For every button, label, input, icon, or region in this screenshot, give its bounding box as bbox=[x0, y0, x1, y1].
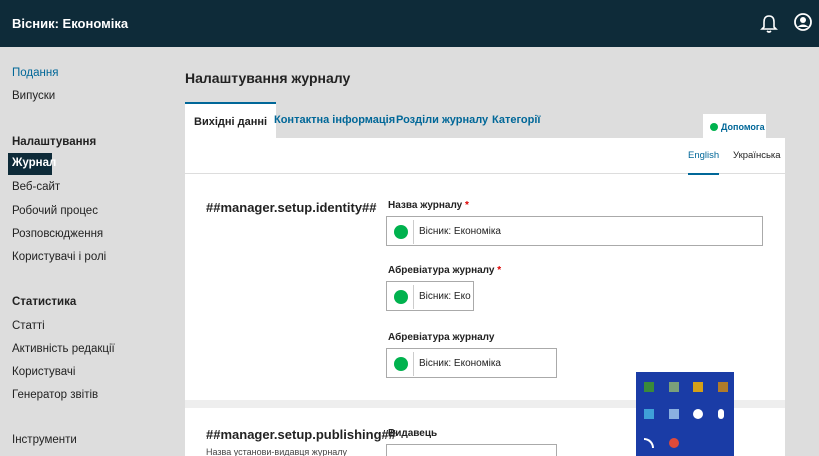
sidebar-heading-statistics[interactable]: Статистика bbox=[12, 296, 76, 308]
sidebar: Подання Випуски Налаштування Журнал Веб-… bbox=[0, 47, 150, 456]
identity-section-title: ##manager.setup.identity## bbox=[206, 200, 377, 215]
globe-icon[interactable] bbox=[390, 352, 414, 376]
sidebar-item-users[interactable]: Користувачі bbox=[12, 366, 75, 378]
sidebar-item-articles[interactable]: Статті bbox=[12, 320, 45, 332]
screenshot-icon[interactable] bbox=[669, 409, 679, 419]
tab-masthead[interactable]: Вихідні данні bbox=[185, 102, 277, 138]
journal-name-field[interactable]: Вісник: Економіка bbox=[386, 216, 763, 246]
journal-name-label: Назва журналу * bbox=[388, 200, 469, 211]
required-mark: * bbox=[465, 200, 469, 211]
sidebar-heading-settings[interactable]: Налаштування bbox=[12, 136, 96, 148]
sidebar-item-editorial-activity[interactable]: Активність редакції bbox=[12, 343, 115, 355]
tab-contact[interactable]: Контактна інформація bbox=[274, 102, 395, 138]
page-title: Налаштування журналу bbox=[185, 70, 351, 86]
publishing-section-title: ##manager.setup.publishing## bbox=[206, 427, 396, 442]
settings-tabs: Вихідні данні Контактна інформація Розді… bbox=[185, 102, 785, 138]
tab-categories[interactable]: Категорії bbox=[492, 102, 541, 138]
journal-name-label-text: Назва журналу bbox=[388, 200, 463, 211]
sidebar-item-journal[interactable]: Журнал bbox=[8, 153, 56, 175]
globe-icon[interactable] bbox=[390, 285, 414, 309]
publishing-description: Назва установи-видавця журналу bbox=[206, 447, 348, 456]
nvidia-icon[interactable] bbox=[644, 382, 654, 392]
bell-icon[interactable] bbox=[760, 14, 778, 34]
wifi-icon[interactable] bbox=[644, 438, 654, 448]
refresh-icon[interactable] bbox=[693, 409, 703, 419]
sidebar-item-users-roles[interactable]: Користувачі і ролі bbox=[12, 251, 106, 263]
display-icon[interactable] bbox=[644, 409, 654, 419]
abbreviation-field[interactable]: Вісник: Еко bbox=[386, 281, 474, 311]
required-mark: * bbox=[497, 265, 502, 276]
sidebar-item-submissions[interactable]: Подання bbox=[12, 67, 58, 79]
info-icon bbox=[710, 123, 718, 131]
abbreviation-label-text: Абревіатура журналу bbox=[388, 265, 495, 276]
microphone-icon[interactable] bbox=[718, 409, 724, 419]
abbreviation-value: Вісник: Еко bbox=[419, 291, 471, 302]
sidebar-item-website[interactable]: Веб-сайт bbox=[12, 181, 60, 193]
help-label: Допомога bbox=[721, 122, 765, 132]
abbreviation2-field[interactable]: Вісник: Економіка bbox=[386, 348, 557, 378]
app-icon[interactable] bbox=[718, 382, 728, 392]
network-drive-icon[interactable] bbox=[669, 382, 679, 392]
chrome-icon[interactable] bbox=[669, 438, 679, 448]
publisher-field[interactable] bbox=[386, 444, 557, 456]
sidebar-item-workflow[interactable]: Робочий процес bbox=[12, 205, 98, 217]
top-bar: Вісник: Економіка bbox=[0, 0, 819, 47]
abbreviation2-label: Абревіатура журналу bbox=[388, 332, 495, 343]
sidebar-item-issues[interactable]: Випуски bbox=[12, 90, 55, 102]
journal-title[interactable]: Вісник: Економіка bbox=[12, 16, 128, 31]
help-button[interactable]: Допомога bbox=[703, 114, 766, 138]
user-icon[interactable] bbox=[794, 13, 812, 31]
globe-icon[interactable] bbox=[390, 220, 414, 244]
abbreviation-label: Абревіатура журналу * bbox=[388, 265, 501, 276]
shield-icon[interactable] bbox=[693, 382, 703, 392]
system-tray-popup bbox=[636, 372, 734, 456]
sidebar-item-distribution[interactable]: Розповсюдження bbox=[12, 228, 103, 240]
sidebar-item-tools[interactable]: Інструменти bbox=[12, 434, 77, 446]
lang-english[interactable]: English bbox=[688, 150, 720, 175]
lang-ukrainian[interactable]: Українська bbox=[733, 150, 781, 161]
sidebar-item-report-generator[interactable]: Генератор звітів bbox=[12, 389, 98, 401]
journal-name-value: Вісник: Економіка bbox=[419, 226, 501, 237]
language-switcher: English Українська bbox=[185, 138, 785, 175]
tab-sections[interactable]: Розділи журналу bbox=[396, 102, 488, 138]
publisher-label: Видавець bbox=[388, 428, 438, 439]
abbreviation2-value: Вісник: Економіка bbox=[419, 358, 501, 369]
